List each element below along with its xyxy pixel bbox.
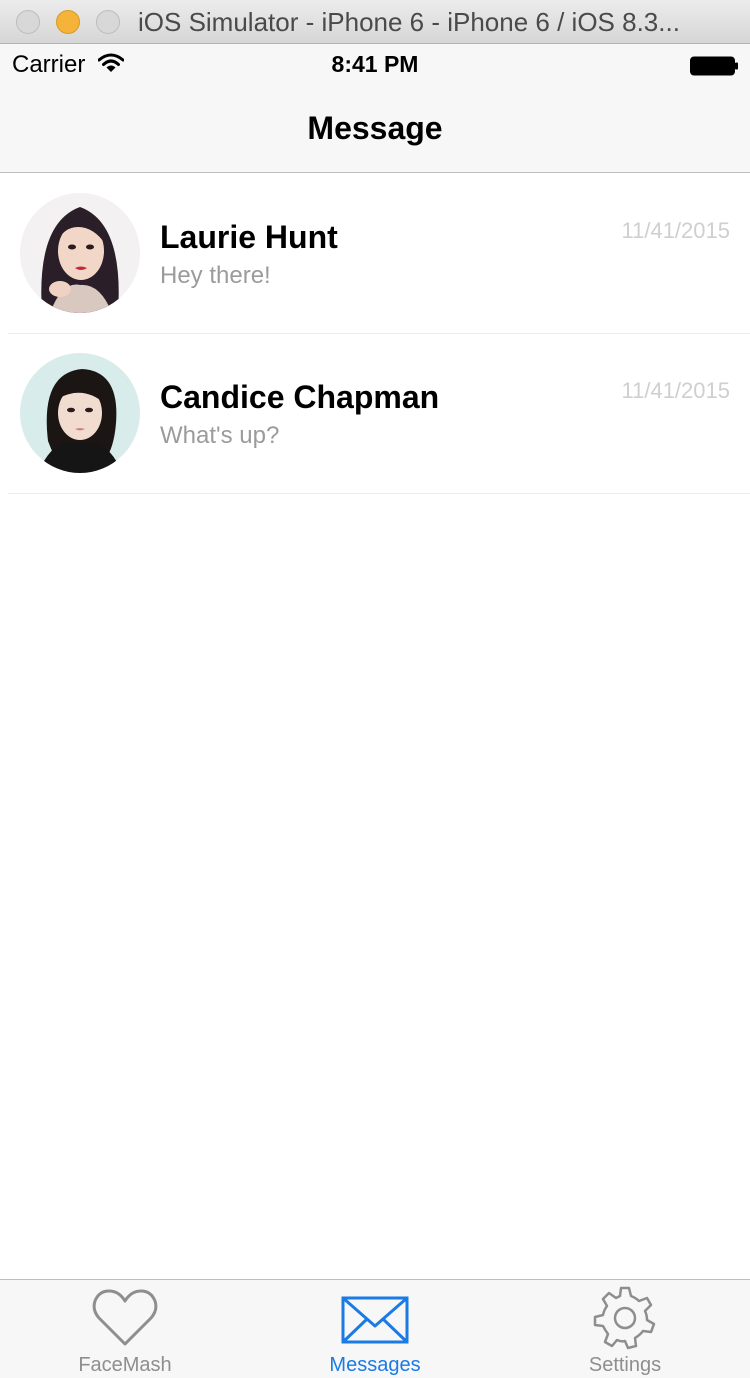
tab-settings[interactable]: Settings (500, 1280, 750, 1378)
tab-label: Settings (588, 1354, 662, 1376)
tab-messages[interactable]: Messages (250, 1280, 500, 1378)
avatar (20, 193, 140, 313)
message-date: 11/41/2015 (621, 218, 730, 243)
window-title: iOS Simulator - iPhone 6 - iPhone 6 / iO… (138, 7, 680, 37)
navigation-bar: Message (0, 84, 750, 173)
page-title: Message (307, 110, 443, 146)
window-titlebar: iOS Simulator - iPhone 6 - iPhone 6 / iO… (0, 0, 750, 44)
envelope-icon (341, 1296, 409, 1344)
status-bar: Carrier 8:41 PM (0, 44, 750, 84)
avatar (20, 353, 140, 473)
window-close-button[interactable] (16, 10, 40, 34)
message-list: Laurie Hunt Hey there! 11/41/2015 Candic… (0, 174, 750, 494)
tab-label: Messages (329, 1354, 421, 1376)
message-preview: What's up? (160, 422, 280, 449)
heart-icon (92, 1289, 158, 1346)
message-row[interactable]: Laurie Hunt Hey there! 11/41/2015 (0, 174, 750, 334)
battery-icon (690, 56, 738, 76)
tab-facemash[interactable]: FaceMash (0, 1280, 250, 1378)
status-time: 8:41 PM (331, 51, 419, 77)
message-row[interactable]: Candice Chapman What's up? 11/41/2015 (0, 334, 750, 494)
window-minimize-button[interactable] (56, 10, 80, 34)
gear-icon (593, 1286, 656, 1350)
tab-label: FaceMash (78, 1354, 172, 1376)
contact-name: Candice Chapman (160, 379, 440, 415)
tab-bar: FaceMash Messages Settings (0, 1279, 750, 1378)
message-preview: Hey there! (160, 262, 271, 289)
message-date: 11/41/2015 (621, 378, 730, 403)
contact-name: Laurie Hunt (160, 219, 338, 255)
window-zoom-button[interactable] (96, 10, 120, 34)
